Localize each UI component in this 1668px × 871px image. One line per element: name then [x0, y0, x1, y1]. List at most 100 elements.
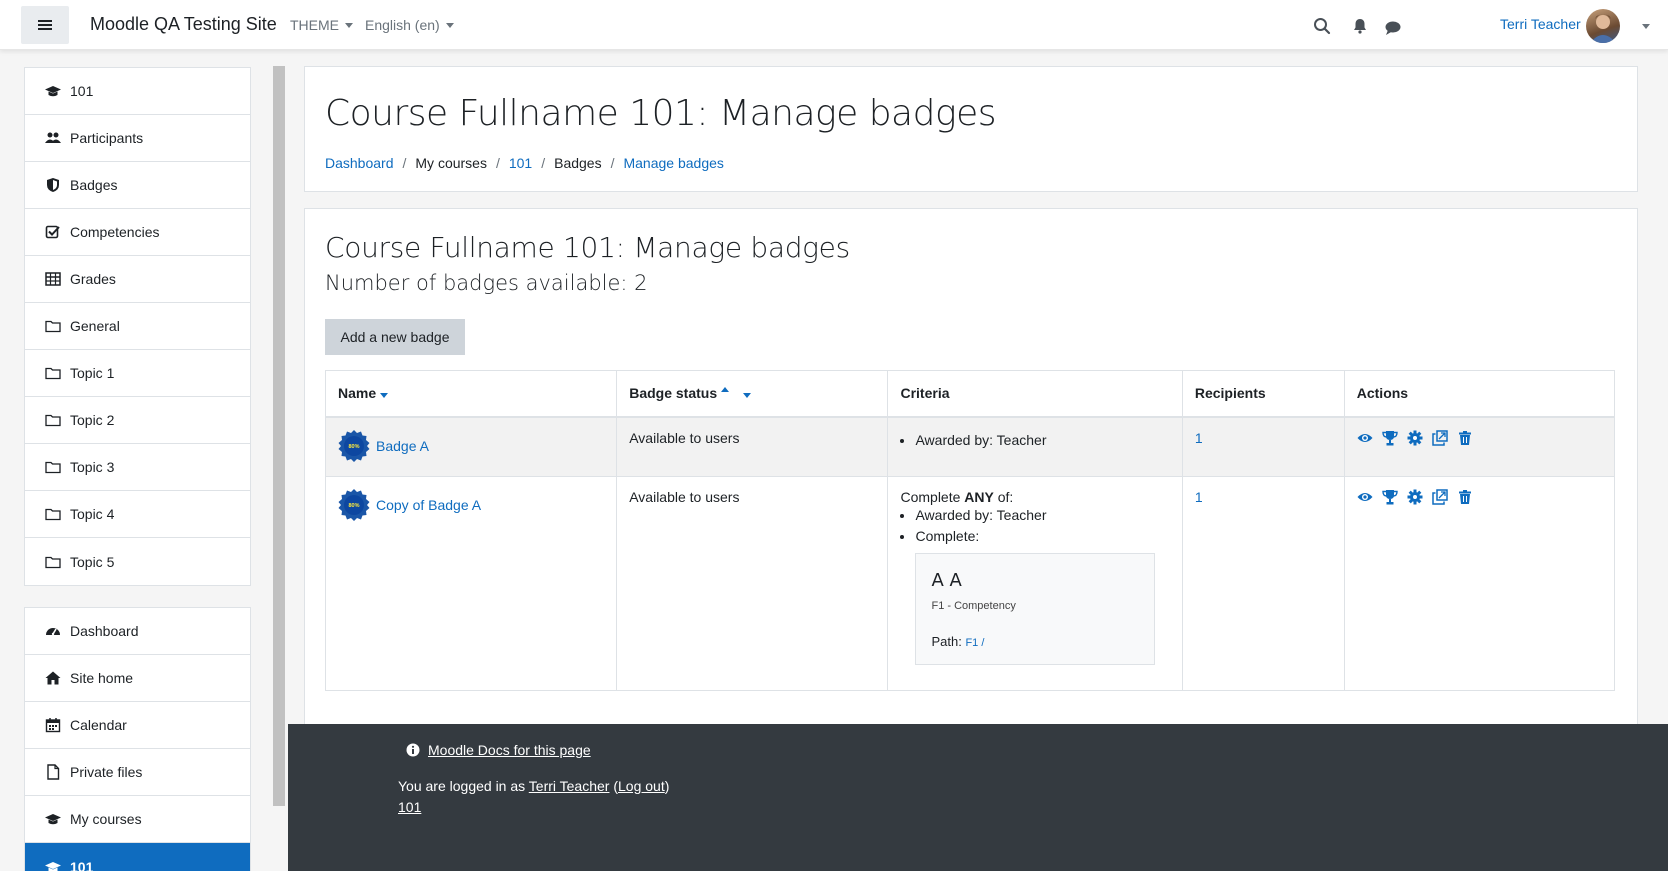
drawer-item-101[interactable]: 101: [25, 68, 250, 115]
actions-cell: [1343, 416, 1616, 477]
competency-description: F1 - Competency: [931, 600, 1016, 612]
recipients-link[interactable]: 1: [1195, 430, 1203, 446]
search-icon[interactable]: [1313, 17, 1331, 35]
competency-name: A A: [931, 570, 962, 591]
info-icon: [406, 743, 420, 757]
breadcrumb-separator: /: [495, 155, 500, 171]
bell-icon[interactable]: [1351, 17, 1369, 35]
badge-status-cell: Available to users: [616, 476, 889, 691]
moodle-docs-link[interactable]: Moodle Docs for this page: [428, 742, 591, 758]
moodle-docs-row: Moodle Docs for this page: [406, 742, 591, 758]
chat-icon[interactable]: [1384, 19, 1402, 37]
breadcrumb-101[interactable]: 101: [509, 155, 532, 171]
drawer-item-topic-3[interactable]: Topic 3: [25, 444, 250, 491]
gear-icon[interactable]: [1407, 430, 1423, 446]
column-header-status[interactable]: Badge status: [616, 370, 889, 418]
user-menu-name[interactable]: Terri Teacher: [1500, 16, 1581, 32]
main-region: Course Fullname 101: Manage badges Dashb…: [288, 50, 1668, 871]
breadcrumb-manage-badges[interactable]: Manage badges: [623, 155, 723, 171]
breadcrumb-separator: /: [541, 155, 546, 171]
recipients-link[interactable]: 1: [1195, 489, 1203, 505]
badge-image-text: 80%: [348, 444, 359, 450]
drawer-item-label: 101: [70, 83, 94, 99]
eye-icon[interactable]: [1357, 489, 1373, 505]
column-header-name[interactable]: Name: [324, 370, 618, 418]
drawer-item-badges[interactable]: Badges: [25, 162, 250, 209]
column-header-recipients: Recipients: [1181, 370, 1345, 418]
actions-cell: [1343, 476, 1616, 691]
avatar[interactable]: [1586, 9, 1620, 43]
drawer-item-private-files[interactable]: Private files: [25, 749, 250, 796]
login-info: You are logged in as Terri Teacher (Log …: [398, 778, 670, 794]
competency-box: A A F1 - Competency Path: F1 /: [915, 553, 1156, 665]
badge-name-link[interactable]: Copy of Badge A: [376, 497, 481, 513]
copy-icon[interactable]: [1432, 489, 1448, 505]
drawer-item-topic-5[interactable]: Topic 5: [25, 538, 250, 585]
trash-icon[interactable]: [1457, 430, 1473, 446]
criteria-cell: Complete ANY of: Awarded by: Teacher Com…: [887, 476, 1183, 691]
drawer-scrollbar[interactable]: [273, 66, 285, 806]
drawer-item-label: Dashboard: [70, 623, 139, 639]
badge-image-icon: 80%: [338, 489, 370, 521]
badge-name-cell: 80% Copy of Badge A: [324, 476, 618, 691]
trash-icon[interactable]: [1457, 489, 1473, 505]
folder-icon: [45, 556, 61, 568]
language-menu[interactable]: English (en): [365, 17, 454, 33]
footer-user-link[interactable]: Terri Teacher: [529, 778, 610, 794]
breadcrumb-separator: /: [610, 155, 615, 171]
content-title: Course Fullname 101: Manage badges: [325, 231, 850, 264]
column-header-label: Badge status: [629, 385, 718, 402]
folder-icon: [45, 461, 61, 474]
drawer-item-topic-2[interactable]: Topic 2: [25, 397, 250, 444]
action-icons: [1357, 489, 1602, 505]
drawer-item-dashboard[interactable]: Dashboard: [25, 608, 250, 655]
drawer-item-my-courses[interactable]: My courses: [25, 796, 250, 843]
drawer-item-competencies[interactable]: Competencies: [25, 209, 250, 256]
sort-desc-icon: [743, 393, 752, 399]
drawer-item-calendar[interactable]: Calendar: [25, 702, 250, 749]
user-menu-chevron-icon[interactable]: [1642, 24, 1650, 29]
action-icons: [1357, 429, 1602, 446]
drawer-toggle-button[interactable]: [21, 6, 69, 44]
drawer-item-general[interactable]: General: [25, 303, 250, 350]
chevron-down-icon: [445, 23, 454, 28]
navbar: Moodle QA Testing Site THEME English (en…: [0, 0, 1668, 50]
badge-name-link[interactable]: Badge A: [376, 438, 429, 454]
breadcrumb-my-courses: My courses: [415, 155, 487, 171]
breadcrumb-dashboard[interactable]: Dashboard: [325, 155, 394, 171]
criteria-item: Complete:: [915, 526, 1169, 547]
drawer-item-participants[interactable]: Participants: [25, 115, 250, 162]
trophy-icon[interactable]: [1382, 430, 1398, 446]
trophy-icon[interactable]: [1382, 489, 1398, 505]
drawer-item-label: Grades: [70, 271, 116, 287]
drawer-item-label: Topic 4: [70, 506, 115, 522]
breadcrumb: Dashboard / My courses / 101 / Badges / …: [325, 155, 724, 171]
eye-icon[interactable]: [1357, 430, 1373, 446]
drawer-item-label: Topic 5: [70, 553, 115, 570]
drawer-item-topic-1[interactable]: Topic 1: [25, 350, 250, 397]
badge-image-text: 80%: [348, 503, 359, 509]
badge-status-cell: Available to users: [616, 416, 889, 477]
drawer-item-topic-4[interactable]: Topic 4: [25, 491, 250, 538]
drawer-item-site-home[interactable]: Site home: [25, 655, 250, 702]
site-nav-list: Dashboard Site home Calendar Private fil…: [24, 607, 251, 871]
table-header-row: Name Badge status Criteria Recipients Ac…: [324, 370, 1616, 418]
drawer-item-course-101-active[interactable]: 101: [25, 843, 250, 871]
logout-link[interactable]: Log out: [618, 778, 665, 794]
gear-icon[interactable]: [1407, 489, 1423, 505]
footer-course-link[interactable]: 101: [398, 799, 421, 815]
copy-icon[interactable]: [1432, 429, 1448, 446]
theme-menu[interactable]: THEME: [290, 17, 353, 33]
competency-path-link[interactable]: F1 /: [965, 637, 984, 649]
graduation-cap-icon: [45, 861, 61, 871]
home-icon: [45, 671, 61, 685]
table-icon: [45, 272, 61, 286]
add-new-badge-button[interactable]: Add a new badge: [325, 319, 465, 355]
folder-icon: [45, 414, 61, 427]
drawer-item-grades[interactable]: Grades: [25, 256, 250, 303]
column-header-actions: Actions: [1343, 370, 1616, 418]
file-icon: [47, 764, 60, 780]
folder-icon: [45, 508, 61, 521]
sort-desc-icon: [380, 393, 389, 399]
site-name-link[interactable]: Moodle QA Testing Site: [90, 14, 277, 35]
